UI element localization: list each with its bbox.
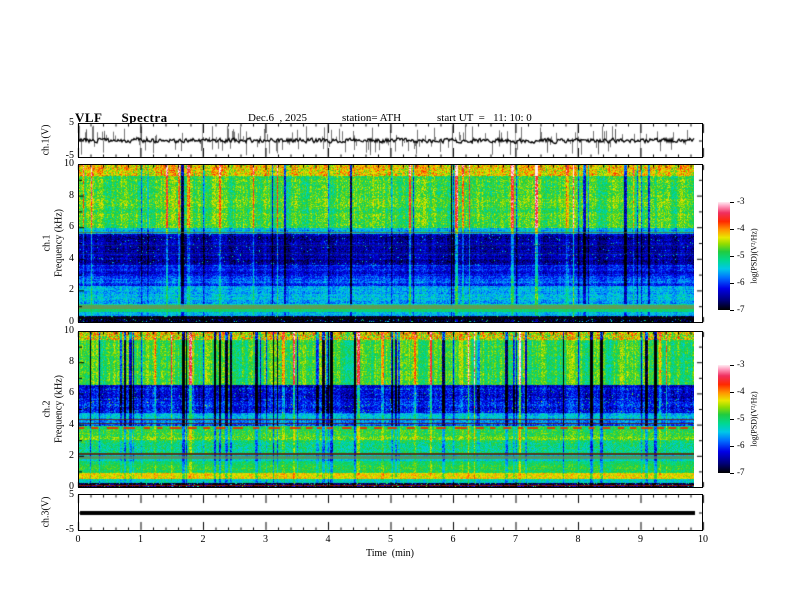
- time-tick-label: 6: [450, 534, 456, 545]
- ch2-spectrogram-canvas: [79, 332, 694, 487]
- freq-tick-label-spec2: 2: [69, 449, 74, 461]
- colorbar-tick-label-cb2: -7: [737, 467, 745, 477]
- colorbar-tick-label-cb2: -5: [737, 413, 745, 423]
- ch2-spec-channel-label: ch.2: [41, 400, 53, 418]
- freq-tick-label-spec1: 4: [69, 252, 74, 264]
- colorbar-tick-label-cb1: -7: [737, 304, 745, 314]
- time-tick-label: 8: [575, 534, 581, 545]
- colorbar-tick-label-cb1: -5: [737, 250, 745, 260]
- ch1-ymax-tick-label: 5: [69, 117, 74, 128]
- colorbar-tick-mark: [730, 283, 734, 284]
- freq-tick-label-spec2: 4: [69, 418, 74, 430]
- colorbar-tick-mark: [730, 202, 734, 203]
- ch3-waveform-canvas: [79, 495, 702, 530]
- ch3-voltage-axis-label: ch.3(V): [40, 496, 52, 528]
- freq-tick-label-spec1: 2: [69, 284, 74, 296]
- ch2-spec-frequency-label: Frequency (kHz): [53, 374, 65, 444]
- colorbar-tick-mark: [730, 419, 734, 420]
- colorbar-ch1: [718, 202, 730, 310]
- freq-tick-label-spec2: 10: [64, 325, 74, 336]
- colorbar-ch1-label: log(PSD)(V²/Hz): [749, 228, 759, 284]
- ch1-voltage-axis-label: ch.1(V): [40, 124, 52, 156]
- colorbar-ch2: [718, 365, 730, 473]
- time-tick-label: 7: [513, 534, 518, 545]
- colorbar-ch2-label: log(PSD)(V²/Hz): [749, 391, 759, 447]
- freq-tick-label-spec1: 6: [69, 221, 74, 233]
- freq-tick-label-spec1: 8: [69, 189, 74, 201]
- time-tick-label: 3: [263, 534, 268, 545]
- time-tick-label: 2: [200, 534, 206, 545]
- freq-tick-label-spec2: 0: [69, 481, 74, 492]
- vlf-spectra-figure: VLF Spectra Dec.6 , 2025 station= ATH st…: [0, 0, 792, 612]
- ch1-spectrogram-canvas: [79, 165, 694, 322]
- ch1-waveform-canvas: [79, 124, 702, 157]
- time-tick-label: 0: [75, 534, 81, 545]
- colorbar-tick-label-cb2: -4: [737, 386, 745, 396]
- colorbar-tick-label-cb1: -4: [737, 223, 745, 233]
- time-axis-label: Time (min): [366, 548, 414, 559]
- time-tick-label: 9: [638, 534, 643, 545]
- colorbar-tick-mark: [730, 229, 734, 230]
- colorbar-tick-label-cb1: -6: [737, 277, 745, 287]
- time-tick-label: 4: [325, 534, 331, 545]
- time-tick-label: 10: [698, 534, 708, 545]
- freq-tick-label-spec1: 10: [64, 158, 74, 169]
- colorbar-tick-label-cb2: -3: [737, 359, 745, 369]
- colorbar-tick-mark: [730, 365, 734, 366]
- ch1-spec-channel-label: ch.1: [41, 234, 53, 252]
- colorbar-tick-label-cb1: -3: [737, 196, 745, 206]
- colorbar-tick-mark: [730, 446, 734, 447]
- freq-tick-label-spec2: 8: [69, 356, 74, 368]
- ch1-spec-frequency-label: Frequency (kHz): [53, 208, 65, 278]
- freq-tick-label-spec2: 6: [69, 387, 74, 399]
- time-tick-label: 5: [388, 534, 393, 545]
- colorbar-tick-mark: [730, 473, 734, 474]
- colorbar-tick-mark: [730, 392, 734, 393]
- time-tick-label: 1: [138, 534, 143, 545]
- colorbar-tick-mark: [730, 310, 734, 311]
- colorbar-tick-mark: [730, 256, 734, 257]
- colorbar-tick-label-cb2: -6: [737, 440, 745, 450]
